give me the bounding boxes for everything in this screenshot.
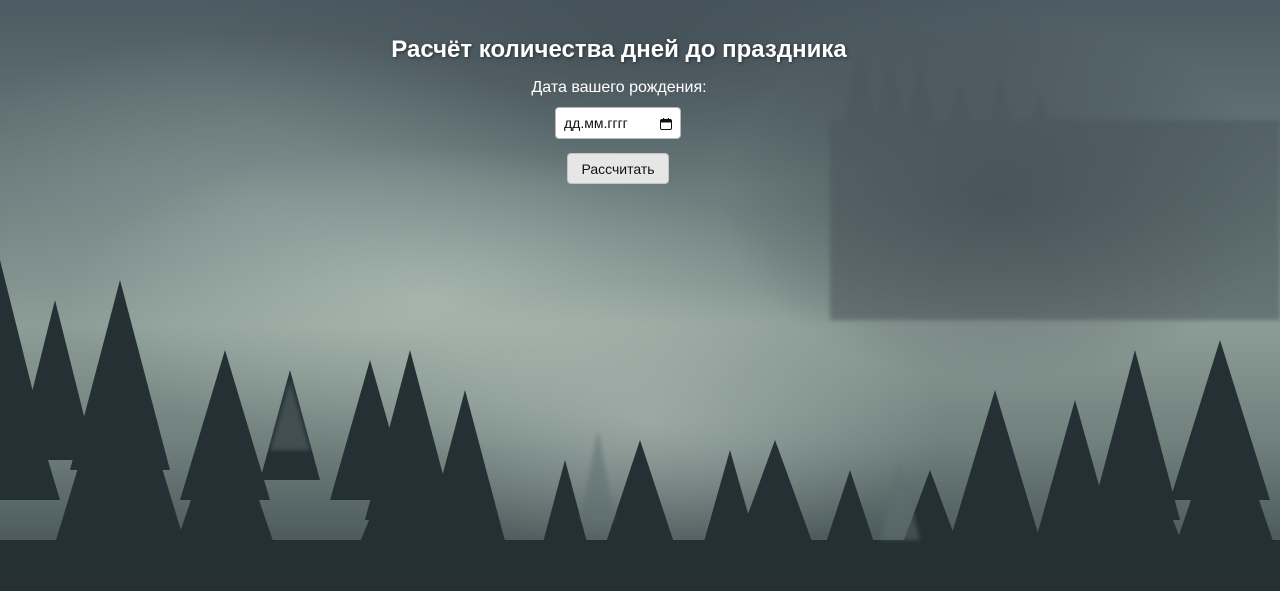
- calendar-icon[interactable]: [660, 117, 672, 130]
- page-title: Расчёт количества дней до праздника: [391, 36, 847, 63]
- calculate-button[interactable]: Рассчитать: [567, 153, 669, 184]
- birthdate-placeholder: дд.мм.гггг: [564, 115, 628, 131]
- birthdate-input[interactable]: дд.мм.гггг: [555, 107, 681, 139]
- birthdate-label: Дата вашего рождения:: [531, 79, 707, 96]
